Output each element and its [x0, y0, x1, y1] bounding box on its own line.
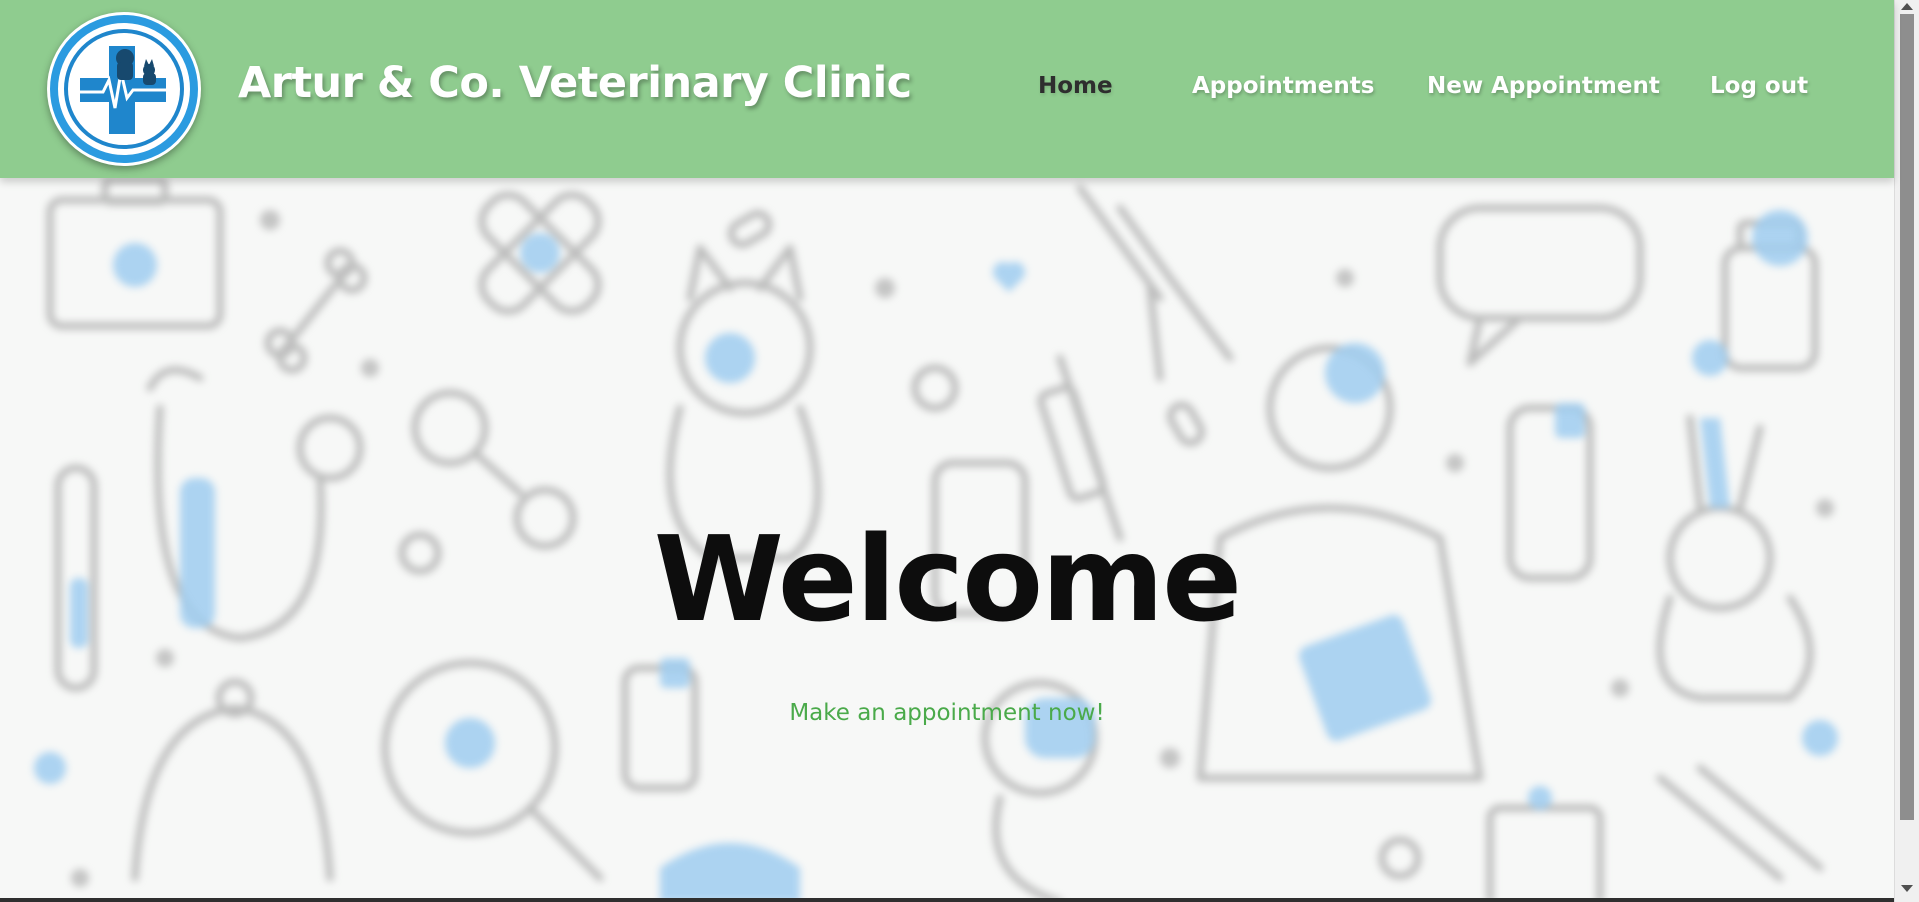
nav-new-appointment[interactable]: New Appointment	[1427, 73, 1660, 99]
nav-home[interactable]: Home	[1038, 73, 1113, 99]
nav-appointments[interactable]: Appointments	[1192, 73, 1374, 99]
scroll-up-icon[interactable]	[1901, 3, 1913, 10]
main-nav: Home Appointments New Appointment Log ou…	[0, 73, 1894, 103]
scrollbar-thumb[interactable]	[1900, 14, 1914, 820]
hero-section: Welcome Make an appointment now!	[0, 178, 1894, 902]
site-header: Artur & Co. Veterinary Clinic Home Appoi…	[0, 0, 1894, 178]
scroll-down-icon[interactable]	[1901, 885, 1913, 892]
vertical-scrollbar[interactable]	[1894, 0, 1919, 902]
hero-subtitle[interactable]: Make an appointment now!	[0, 700, 1894, 726]
window-bottom-edge	[0, 898, 1894, 902]
welcome-heading: Welcome	[653, 510, 1242, 648]
nav-log-out[interactable]: Log out	[1710, 73, 1808, 99]
